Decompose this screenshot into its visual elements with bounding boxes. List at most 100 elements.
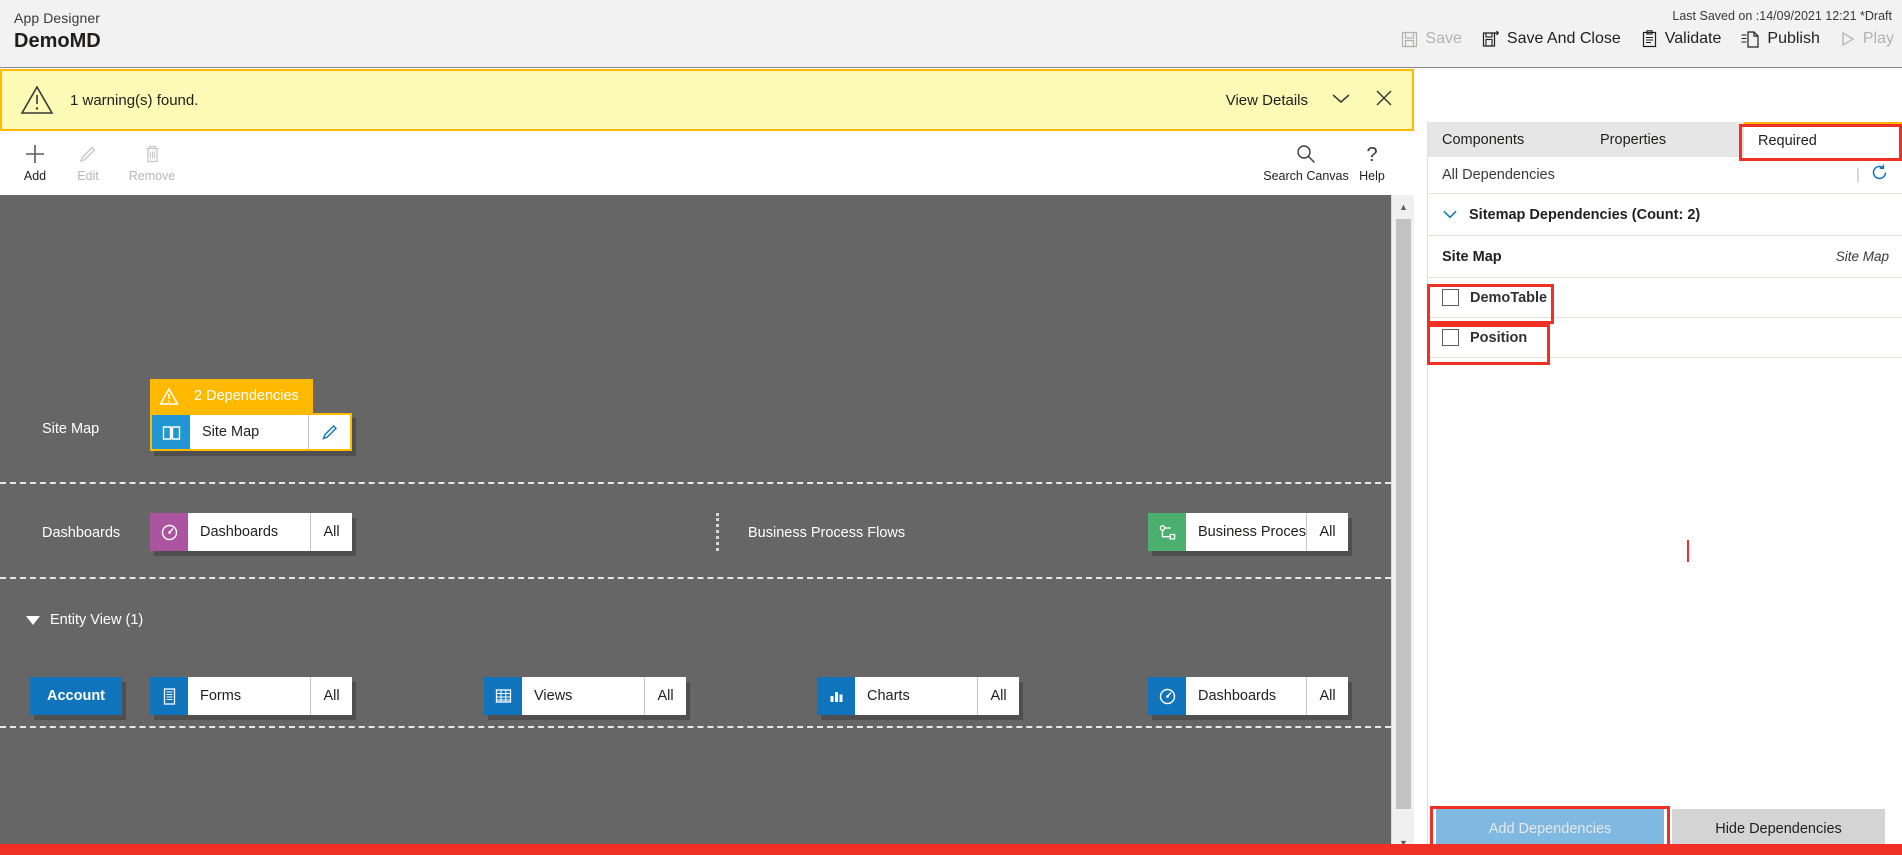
app-designer-label: App Designer [14, 10, 101, 26]
canvas-divider [0, 482, 1391, 484]
views-grid-icon [484, 677, 522, 715]
play-label: Play [1862, 30, 1894, 47]
entity-view-group-label: Entity View (1) [50, 612, 144, 628]
warning-bar: 1 warning(s) found. View Details [0, 69, 1414, 131]
canvas-divider [0, 726, 1391, 728]
save-and-close-icon [1482, 30, 1500, 48]
sitemap-dependencies-section-header[interactable]: Sitemap Dependencies (Count: 2) [1428, 194, 1902, 236]
tile-business-process-flows-badge: All [1306, 513, 1348, 551]
tile-forms-label: Forms [200, 688, 242, 704]
entity-view-group-header[interactable]: Entity View (1) [26, 612, 143, 628]
publish-label: Publish [1767, 30, 1820, 47]
play-triangle-icon [1840, 31, 1856, 47]
entity-button-account[interactable]: Account [30, 677, 122, 715]
list-item-label: Position [1470, 329, 1528, 346]
tab-required-label: Required [1758, 132, 1817, 149]
add-dependencies-label: Add Dependencies [1488, 821, 1612, 837]
hide-dependencies-button[interactable]: Hide Dependencies [1672, 809, 1885, 849]
tile-views[interactable]: Views All [484, 677, 686, 715]
tile-business-process-flows-label: Business Proces... [1198, 524, 1306, 540]
tab-required[interactable]: Required [1744, 122, 1902, 157]
warning-triangle-icon [20, 84, 54, 121]
warning-triangle-icon [150, 386, 188, 406]
close-x-icon[interactable] [1374, 88, 1394, 113]
canvas-scrollbar[interactable]: ▲ ▼ [1391, 195, 1414, 855]
all-dependencies-label: All Dependencies [1442, 167, 1555, 183]
dashboard-gauge-icon [1148, 677, 1186, 715]
save-button[interactable]: Save [1401, 30, 1462, 48]
checkbox-demotable[interactable] [1442, 289, 1459, 306]
tile-dashboards-badge: All [310, 513, 352, 551]
add-dependencies-button[interactable]: Add Dependencies [1436, 809, 1664, 849]
app-designer-window: App Designer DemoMD Last Saved on :14/09… [0, 0, 1902, 855]
trash-icon [117, 141, 187, 167]
required-dependencies-panel: Components Properties Required All Depen… [1427, 122, 1902, 855]
list-item[interactable]: Position [1428, 318, 1902, 358]
validate-clipboard-icon [1641, 30, 1658, 48]
checkbox-position[interactable] [1442, 329, 1459, 346]
app-designer-canvas: Site Map 2 Dependencies Site Map Dashboa… [0, 195, 1391, 855]
view-details-link[interactable]: View Details [1226, 92, 1308, 109]
sitemap-book-icon [152, 415, 190, 449]
tile-dashboards-label: Dashboards [200, 524, 279, 540]
play-button[interactable]: Play [1840, 31, 1894, 47]
annotation-bottom-border [0, 844, 1902, 855]
tile-site-map-edit-button[interactable] [308, 415, 350, 449]
annotation-text-cursor [1687, 540, 1689, 562]
help-label: Help [1359, 169, 1385, 183]
charts-bar-icon [817, 677, 855, 715]
question-mark-icon: ? [1340, 141, 1404, 167]
edit-label: Edit [77, 169, 99, 183]
tile-business-process-flows[interactable]: Business Proces... All [1148, 513, 1348, 551]
tile-dashboards[interactable]: Dashboards All [150, 513, 352, 551]
save-label: Save [1425, 30, 1462, 47]
remove-label: Remove [128, 169, 176, 183]
tile-charts-label: Charts [867, 688, 910, 704]
row-divider: | [1855, 166, 1860, 183]
hide-dependencies-label: Hide Dependencies [1715, 821, 1842, 837]
canvas-scrollbar-thumb[interactable] [1396, 219, 1411, 809]
save-and-close-label: Save And Close [1506, 30, 1621, 47]
sitemap-dependencies-section-label: Sitemap Dependencies (Count: 2) [1469, 206, 1701, 223]
dependency-group-row: Site Map Site Map [1428, 236, 1902, 278]
pencil-icon [53, 141, 123, 167]
tile-site-map[interactable]: Site Map [150, 413, 352, 451]
dashboards-row-label: Dashboards [42, 525, 121, 541]
sitemap-row-label: Site Map [42, 421, 100, 437]
edit-button[interactable]: Edit [53, 141, 123, 183]
svg-text:?: ? [1366, 144, 1377, 165]
save-and-close-button[interactable]: Save And Close [1482, 30, 1621, 48]
publish-icon [1741, 30, 1760, 48]
dashboard-gauge-icon [150, 513, 188, 551]
tile-site-map-label: Site Map [202, 424, 260, 440]
validate-button[interactable]: Validate [1641, 30, 1721, 48]
tile-charts[interactable]: Charts All [817, 677, 1019, 715]
refresh-circular-arrow-icon[interactable] [1870, 163, 1889, 187]
tile-entity-dashboards[interactable]: Dashboards All [1148, 677, 1348, 715]
pencil-icon [321, 425, 337, 440]
tile-forms-badge: All [310, 677, 352, 715]
tab-components[interactable]: Components [1428, 122, 1586, 157]
canvas-toolbar: Add Edit Remove Search Canvas ? Help [0, 133, 1414, 195]
tile-forms[interactable]: Forms All [150, 677, 352, 715]
warning-actions: View Details [1226, 71, 1394, 129]
tile-views-label: Views [534, 688, 573, 704]
dependency-banner[interactable]: 2 Dependencies [150, 379, 313, 413]
scroll-up-arrow-icon[interactable]: ▲ [1392, 197, 1415, 217]
save-icon [1401, 31, 1418, 48]
tab-components-label: Components [1442, 131, 1525, 148]
process-flow-icon [1148, 513, 1186, 551]
last-saved-status: Last Saved on :14/09/2021 12:21 *Draft [1672, 9, 1892, 23]
canvas-divider [0, 577, 1391, 579]
tile-entity-dashboards-label: Dashboards [1198, 688, 1277, 704]
list-item[interactable]: DemoTable [1428, 278, 1902, 318]
entity-button-account-label: Account [47, 688, 105, 704]
warning-message: 1 warning(s) found. [70, 92, 199, 109]
chevron-down-icon[interactable] [1330, 91, 1352, 110]
tab-properties[interactable]: Properties [1586, 122, 1744, 157]
publish-button[interactable]: Publish [1741, 30, 1820, 48]
help-button[interactable]: ? Help [1340, 141, 1404, 183]
panel-tabs: Components Properties Required [1428, 122, 1902, 157]
bpf-row-label: Business Process Flows [748, 525, 906, 541]
remove-button[interactable]: Remove [117, 141, 187, 183]
